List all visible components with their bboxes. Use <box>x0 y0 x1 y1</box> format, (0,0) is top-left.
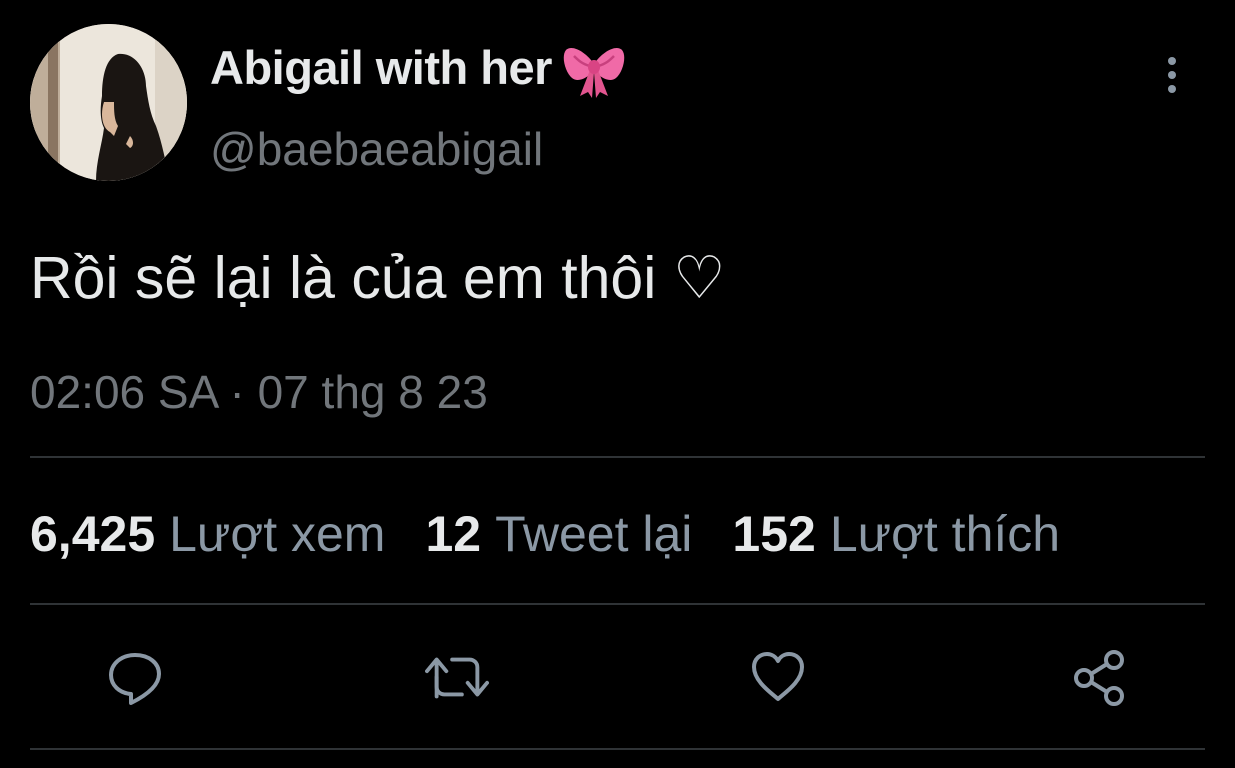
more-vertical-icon-dot <box>1168 71 1176 79</box>
likes-label: Lượt thích <box>829 506 1061 562</box>
retweets-count: 12 <box>425 506 482 562</box>
author-handle[interactable]: @baebaeabigail <box>210 119 543 179</box>
reply-button[interactable] <box>103 645 167 709</box>
tweet-action-bar <box>0 645 1235 709</box>
retweets-stat[interactable]: 12 Tweet lại <box>425 503 692 565</box>
share-button[interactable] <box>1068 645 1132 709</box>
more-options-button[interactable] <box>1150 50 1194 100</box>
views-label: Lượt xem <box>169 506 386 562</box>
avatar[interactable] <box>30 24 187 181</box>
tweet-detail: Abigail with her @baebaeabigail Rồi sẽ l… <box>0 0 1235 768</box>
bow-ribbon-icon <box>562 38 626 98</box>
divider <box>30 456 1205 458</box>
avatar-photo <box>30 24 187 181</box>
likes-stat[interactable]: 152 Lượt thích <box>732 503 1060 565</box>
like-button[interactable] <box>746 645 810 709</box>
retweets-label: Tweet lại <box>495 506 693 562</box>
more-vertical-icon-dot <box>1168 85 1176 93</box>
tweet-timestamp[interactable]: 02:06 SA · 07 thg 8 23 <box>30 362 488 422</box>
views-count: 6,425 <box>30 506 156 562</box>
author-name-row[interactable]: Abigail with her <box>210 38 626 98</box>
views-stat[interactable]: 6,425 Lượt xem <box>30 503 385 565</box>
more-vertical-icon <box>1168 57 1176 65</box>
divider <box>30 603 1205 605</box>
tweet-stats: 6,425 Lượt xem 12 Tweet lại 152 Lượt thí… <box>30 503 1060 565</box>
likes-count: 152 <box>732 506 816 562</box>
reply-icon <box>109 653 161 705</box>
share-icon <box>1074 650 1124 706</box>
retweet-button[interactable] <box>425 645 489 709</box>
heart-icon <box>752 652 804 701</box>
author-display-name[interactable]: Abigail with her <box>210 38 552 98</box>
tweet-text: Rồi sẽ lại là của em thôi ♡ <box>30 245 726 311</box>
retweet-icon <box>425 657 489 699</box>
divider <box>30 748 1205 750</box>
